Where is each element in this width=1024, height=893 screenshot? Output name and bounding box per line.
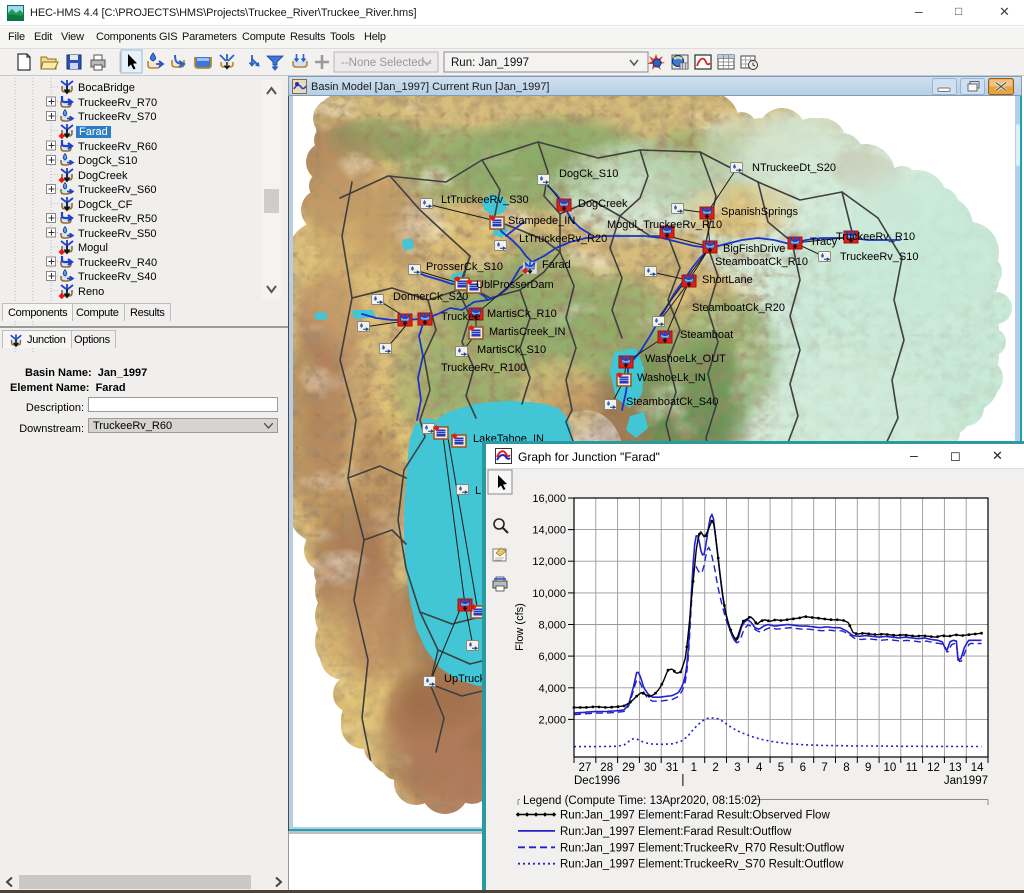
svg-text:SteamboatCk_S40: SteamboatCk_S40 [626,396,718,408]
svg-text:7: 7 [821,762,827,774]
svg-text:5: 5 [778,762,784,774]
svg-text:UblProsserDam: UblProsserDam [476,279,554,291]
svg-text:Farad: Farad [542,259,571,271]
svg-text:Legend (Compute Time: 13Apr202: Legend (Compute Time: 13Apr2020, 08:15:0… [523,795,761,807]
svg-text:BigFishDrive: BigFishDrive [723,243,785,255]
svg-text:Dec1996: Dec1996 [574,775,620,787]
svg-text:Run:Jan_1997 Element:TruckeeRv: Run:Jan_1997 Element:TruckeeRv_S70 Resul… [560,859,844,871]
svg-text:6: 6 [800,762,806,774]
svg-text:28: 28 [600,762,613,774]
svg-text:27: 27 [579,762,592,774]
svg-text:8: 8 [843,762,849,774]
svg-text:10,000: 10,000 [532,588,566,600]
svg-text:MartisCk_R10: MartisCk_R10 [487,308,557,320]
svg-text:ShortLane: ShortLane [702,274,753,286]
svg-text:Mogul_TruckeeRv_R10: Mogul_TruckeeRv_R10 [607,219,722,231]
svg-text:SteamboatCk_R10: SteamboatCk_R10 [715,256,808,268]
svg-text:11: 11 [906,762,918,774]
svg-text:30: 30 [644,762,657,774]
svg-text:1: 1 [691,762,697,774]
svg-text:10: 10 [884,762,897,774]
svg-text:Truckee: Truckee [441,311,480,323]
svg-text:29: 29 [622,762,635,774]
svg-text:ProsserCk_S10: ProsserCk_S10 [426,261,503,273]
svg-text:SteamboatCk_R20: SteamboatCk_R20 [692,302,785,314]
svg-text:MartisCk_S10: MartisCk_S10 [477,344,546,356]
svg-text:LtTruckeeRv_R20: LtTruckeeRv_R20 [519,233,607,245]
svg-text:6,000: 6,000 [538,651,566,663]
svg-text:SpanishSprings: SpanishSprings [721,206,799,218]
svg-text:8,000: 8,000 [538,620,566,632]
svg-text:Run: Jan_1997: Run: Jan_1997 [451,57,529,69]
svg-text:DogCk_S10: DogCk_S10 [559,168,618,180]
svg-text:DonnerCk_S20: DonnerCk_S20 [393,291,468,303]
svg-text:DogCreek: DogCreek [578,198,628,210]
svg-text:31: 31 [666,762,679,774]
svg-text:NTruckeeDt_S20: NTruckeeDt_S20 [752,162,836,174]
svg-text:16,000: 16,000 [532,493,566,505]
svg-text:Steamboat: Steamboat [680,329,733,341]
svg-text:MartisCreek_IN: MartisCreek_IN [489,326,565,338]
svg-text:WashoeLk_OUT: WashoeLk_OUT [645,353,726,365]
svg-text:14,000: 14,000 [532,525,566,537]
svg-text:4: 4 [756,762,763,774]
svg-text:TruckeeRv_S10: TruckeeRv_S10 [840,251,918,263]
svg-text:TruckeeRv_R10: TruckeeRv_R10 [836,231,915,243]
svg-text:2: 2 [712,762,718,774]
svg-text:UpTruck: UpTruck [444,673,486,685]
svg-text:Jan1997: Jan1997 [944,775,988,787]
svg-text:L: L [475,485,481,497]
svg-text:12: 12 [927,762,940,774]
svg-text:--None Selected--: --None Selected-- [341,57,432,69]
svg-text:LtTruckeeRv_S30: LtTruckeeRv_S30 [441,194,529,206]
svg-text:Tracy: Tracy [810,236,838,248]
svg-text:Run:Jan_1997 Element:Farad Res: Run:Jan_1997 Element:Farad Result:Observ… [560,810,830,822]
svg-text:9: 9 [865,762,871,774]
svg-text:Stampede_IN: Stampede_IN [508,215,575,227]
svg-text:12,000: 12,000 [532,556,566,568]
svg-text:Run:Jan_1997 Element:TruckeeRv: Run:Jan_1997 Element:TruckeeRv_R70 Resul… [560,842,845,854]
svg-text:13: 13 [949,762,962,774]
svg-text:Flow (cfs): Flow (cfs) [514,603,526,651]
svg-text:Run:Jan_1997 Element:Farad Res: Run:Jan_1997 Element:Farad Result:Outflo… [560,826,792,838]
svg-text:4,000: 4,000 [538,683,566,695]
svg-text:2,000: 2,000 [538,714,566,726]
svg-text:14: 14 [971,762,984,774]
svg-text:TruckeeRv_R100: TruckeeRv_R100 [441,362,526,374]
svg-text:WashoeLk_IN: WashoeLk_IN [637,372,706,384]
svg-text:3: 3 [734,762,740,774]
